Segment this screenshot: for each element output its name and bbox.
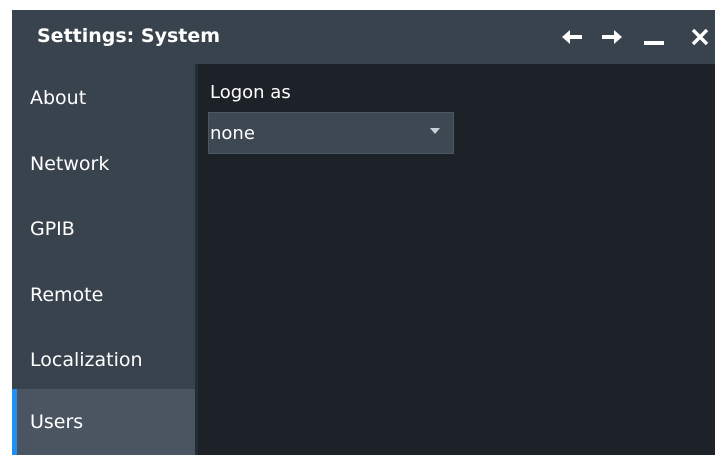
title-bar: Settings: System xyxy=(12,10,715,64)
forward-arrow-icon xyxy=(602,30,622,44)
sidebar-item-label: Network xyxy=(30,152,110,175)
chevron-down-icon xyxy=(430,128,440,134)
back-arrow-icon xyxy=(562,30,582,44)
logon-as-value: none xyxy=(210,123,255,144)
minimize-button[interactable] xyxy=(639,10,669,64)
logon-as-label: Logon as xyxy=(210,82,291,103)
close-icon xyxy=(691,28,708,46)
window-title: Settings: System xyxy=(37,25,221,47)
logon-as-dropdown[interactable]: none xyxy=(208,112,454,154)
sidebar-item-remote[interactable]: Remote xyxy=(12,262,195,327)
sidebar-item-users[interactable]: Users xyxy=(12,389,195,455)
sidebar-item-label: Remote xyxy=(30,283,104,306)
selection-indicator xyxy=(12,389,17,455)
settings-window: Settings: System About Network GPIB Remo… xyxy=(12,10,715,455)
sidebar-item-label: About xyxy=(30,86,87,109)
sidebar-item-about[interactable]: About xyxy=(12,65,195,130)
close-button[interactable] xyxy=(684,10,715,64)
forward-button[interactable] xyxy=(597,10,627,64)
back-button[interactable] xyxy=(557,10,587,64)
minimize-icon xyxy=(644,41,664,45)
users-panel: Logon as none xyxy=(198,64,715,455)
sidebar-item-gpib[interactable]: GPIB xyxy=(12,196,195,261)
sidebar-item-label: GPIB xyxy=(30,217,75,240)
sidebar-item-network[interactable]: Network xyxy=(12,131,195,196)
settings-sidebar: About Network GPIB Remote Localization U… xyxy=(12,64,195,455)
sidebar-item-localization[interactable]: Localization xyxy=(12,327,195,392)
sidebar-item-label: Localization xyxy=(30,348,143,371)
sidebar-item-label: Users xyxy=(30,411,84,433)
